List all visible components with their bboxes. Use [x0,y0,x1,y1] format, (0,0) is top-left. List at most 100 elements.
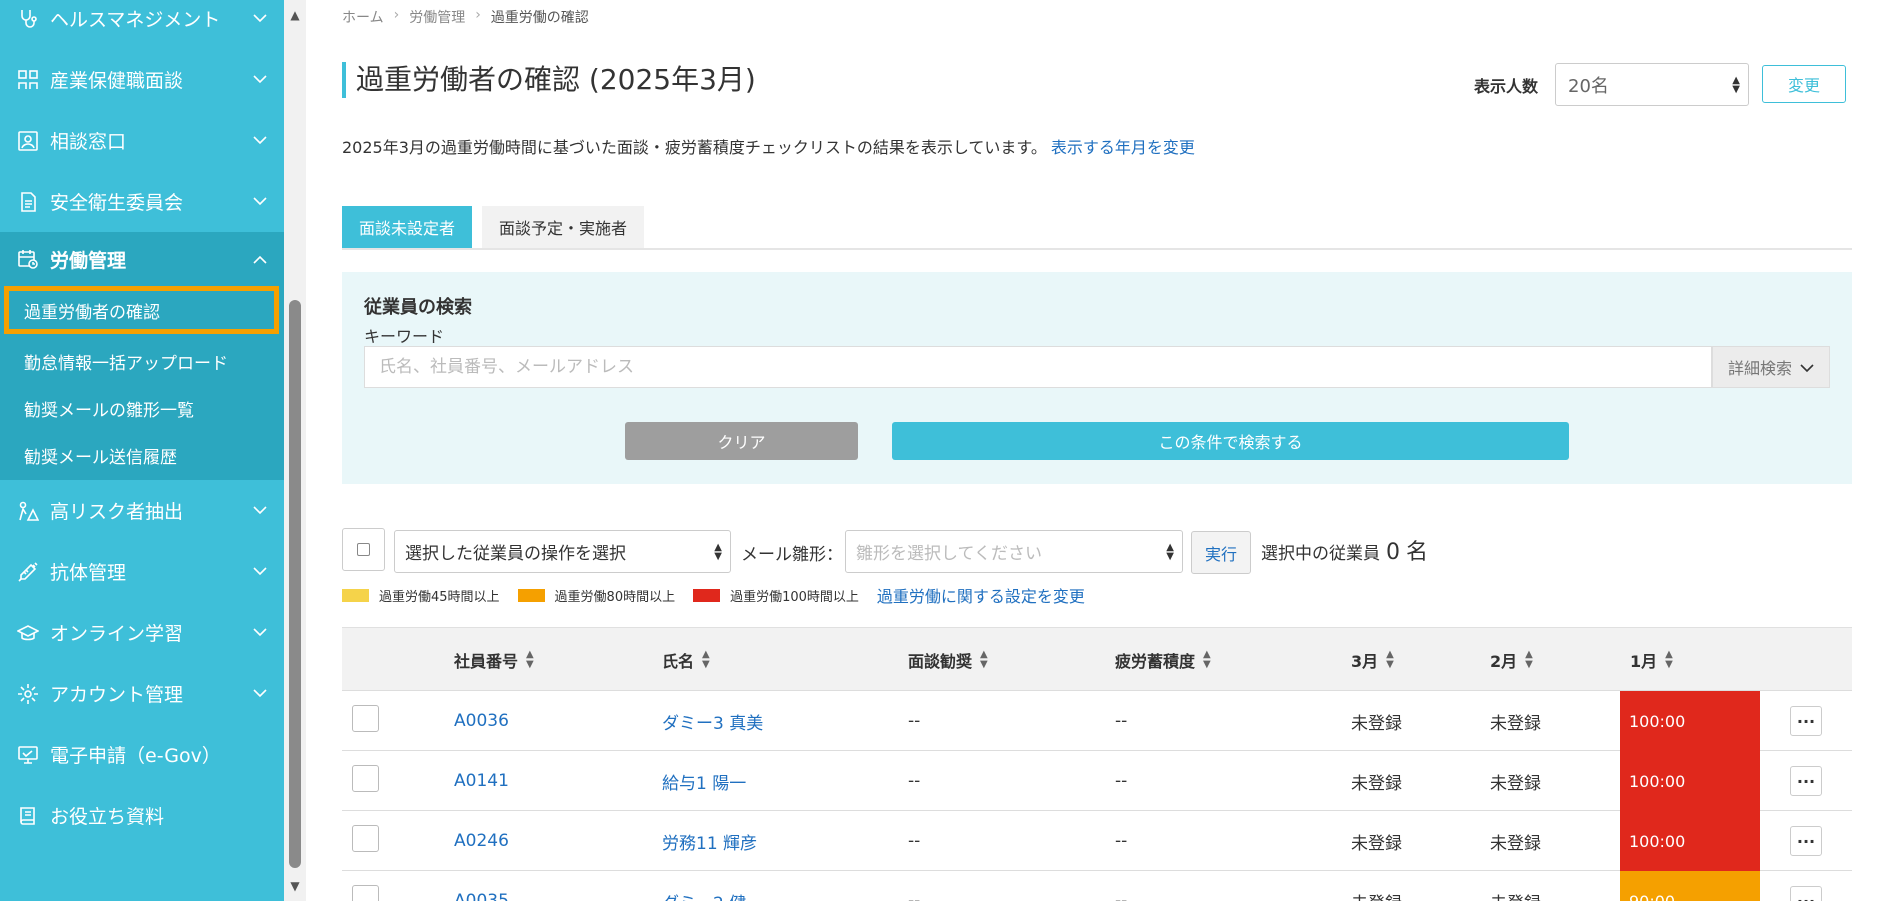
january-hours-cell: 100:00 [1620,751,1760,811]
breadcrumb-labor-management[interactable]: 労働管理 [409,7,465,27]
sidebar-item-occupational-interview[interactable]: 産業保健職面談 [0,49,284,110]
table-row: A0036 ダミー3 真美 -- -- 未登録 未登録 100:00 ··· [342,691,1852,751]
fatigue-cell: -- [1115,831,1128,851]
bulk-operation-select[interactable]: 選択した従業員の操作を選択 ▲ ▼ [394,530,731,573]
sidebar-item-labor-management[interactable]: 労働管理 [0,232,284,286]
interview-recommendation-cell: -- [908,891,921,901]
subnav-item-mail-history[interactable]: 勧奨メール送信履歴 [0,432,284,479]
employee-id-link[interactable]: A0036 [454,691,509,751]
sidebar-scrollbar[interactable]: ▲ ▼ [284,0,306,901]
mail-template-label: メール雛形： [741,545,843,565]
select-all-checkbox[interactable] [342,528,385,571]
sidebar-item-consultation[interactable]: 相談窓口 [0,110,284,171]
tab-interview-scheduled[interactable]: 面談予定・実施者 [482,206,644,248]
fatigue-cell: -- [1115,771,1128,791]
column-header-label: 氏名 [662,652,695,671]
sidebar-item-account[interactable]: アカウント管理 [0,663,284,724]
change-month-link[interactable]: 表示する年月を変更 [1051,138,1195,157]
legend-swatch [693,588,721,602]
subnav-item-overwork-check[interactable]: 過重労働者の確認 [4,286,279,334]
sort-icon[interactable]: ▲ ▼ [980,650,988,670]
per-page-select[interactable]: 20名 ▲ ▼ [1555,63,1749,106]
fatigue-cell: -- [1115,891,1128,901]
column-header-label: 疲労蓄積度 [1115,652,1196,671]
sort-icon[interactable]: ▲ ▼ [526,650,534,670]
row-more-button[interactable]: ··· [1790,706,1822,736]
sidebar-item-label: 相談窓口 [50,131,127,153]
january-hours-cell: 100:00 [1620,691,1760,751]
row-checkbox[interactable] [352,765,379,792]
employee-name-link[interactable]: 給与1 陽一 [662,751,746,811]
per-page-label: 表示人数 [1474,77,1539,96]
column-header-fatigue[interactable]: 疲労蓄積度 ▲ ▼ [1115,628,1211,692]
legend-label: 過重労働80時間以上 [554,589,676,605]
breadcrumb-home[interactable]: ホーム [342,7,384,27]
employee-name-link[interactable]: 労務11 輝彦 [662,811,757,871]
row-checkbox[interactable] [352,885,379,901]
sort-icon[interactable]: ▲ ▼ [1203,650,1211,670]
column-header-interview-recommendation[interactable]: 面談勧奨 ▲ ▼ [908,628,988,692]
sort-icon[interactable]: ▲ ▼ [702,650,710,670]
subnav-item-attendance-upload[interactable]: 勤怠情報一括アップロード [0,338,284,385]
column-header-march[interactable]: 3月 ▲ ▼ [1351,628,1394,692]
mail-template-select[interactable]: 雛形を選択してください ▲ ▼ [845,530,1183,573]
tabs: 面談未設定者 面談予定・実施者 [342,206,1852,250]
sidebar-item-safety-committee[interactable]: 安全衛生委員会 [0,171,284,232]
scrollbar-thumb[interactable] [289,300,301,868]
row-checkbox[interactable] [352,825,379,852]
employee-name-link[interactable]: ダミー3 真美 [662,691,763,751]
table-header: 社員番号 ▲ ▼ 氏名 ▲ ▼ 面談勧奨 ▲ ▼ 疲労蓄積度 ▲ ▼ 3月 ▲ ▼ 2月 ▲ ▼ 1月 ▲… [342,627,1852,691]
chevron-down-icon [1800,358,1814,377]
scroll-down-arrow-icon[interactable]: ▼ [284,871,306,901]
column-header-employee-id[interactable]: 社員番号 ▲ ▼ [454,628,534,692]
sidebar-item-e-gov[interactable]: 電子申請（e-Gov） [0,724,284,785]
subnav-item-mail-templates[interactable]: 勧奨メールの雛形一覧 [0,385,284,432]
chevron-down-icon [250,136,270,145]
run-button[interactable]: 実行 [1191,531,1251,574]
legend-item-100h: 過重労働100時間以上 [693,586,859,605]
chevron-down-icon [250,567,270,576]
fatigue-cell: -- [1115,711,1128,731]
table-row: A0141 給与1 陽一 -- -- 未登録 未登録 100:00 ··· [342,751,1852,811]
january-hours-cell: 90:00 [1620,871,1760,901]
row-more-button[interactable]: ··· [1790,826,1822,856]
january-hours-cell: 100:00 [1620,811,1760,871]
sidebar-item-online-learning[interactable]: オンライン学習 [0,602,284,663]
row-checkbox[interactable] [352,705,379,732]
sidebar-item-label: 高リスク者抽出 [50,501,184,523]
stethoscope-icon [14,5,42,33]
row-more-button[interactable]: ··· [1790,886,1822,901]
row-more-button[interactable]: ··· [1790,766,1822,796]
employee-id-link[interactable]: A0246 [454,811,509,871]
employee-id-link[interactable]: A0141 [454,751,509,811]
overwork-settings-link[interactable]: 過重労働に関する設定を変更 [877,583,1085,607]
column-header-january[interactable]: 1月 ▲ ▼ [1630,628,1673,692]
keyword-search-input[interactable] [364,346,1712,388]
clear-button[interactable]: クリア [625,422,858,460]
column-header-name[interactable]: 氏名 ▲ ▼ [662,628,710,692]
advanced-search-button[interactable]: 詳細検索 [1712,346,1830,388]
sort-icon[interactable]: ▲ ▼ [1665,650,1673,670]
sidebar-item-antibody[interactable]: 抗体管理 [0,541,284,602]
employee-name-link[interactable]: ダミー2 健 [662,871,746,901]
march-hours-cell: 未登録 [1351,871,1402,901]
sidebar-item-health-management[interactable]: ヘルスマネジメント [0,0,284,49]
column-header-february[interactable]: 2月 ▲ ▼ [1490,628,1533,692]
tab-interview-unset[interactable]: 面談未設定者 [342,206,472,248]
sort-icon[interactable]: ▲ ▼ [1386,650,1394,670]
employee-id-link[interactable]: A0035 [454,871,509,901]
search-submit-button[interactable]: この条件で検索する [892,422,1569,460]
sidebar-item-high-risk[interactable]: 高リスク者抽出 [0,480,284,541]
breadcrumb-current: 過重労働の確認 [490,10,589,26]
page-title: 過重労働者の確認 (2025年3月) [342,62,756,98]
change-button[interactable]: 変更 [1762,65,1846,103]
sidebar-item-label: 安全衛生委員会 [50,192,184,214]
interview-recommendation-cell: -- [908,771,921,791]
advanced-search-label: 詳細検索 [1727,359,1792,378]
legend-label: 過重労働45時間以上 [379,589,500,605]
breadcrumb: ホーム › 労働管理 › 過重労働の確認 [342,7,589,27]
sort-icon[interactable]: ▲ ▼ [1525,650,1533,670]
sidebar-item-resources[interactable]: お役立ち資料 [0,785,284,846]
scroll-up-arrow-icon[interactable]: ▲ [284,0,306,30]
consultation-icon [14,127,42,155]
